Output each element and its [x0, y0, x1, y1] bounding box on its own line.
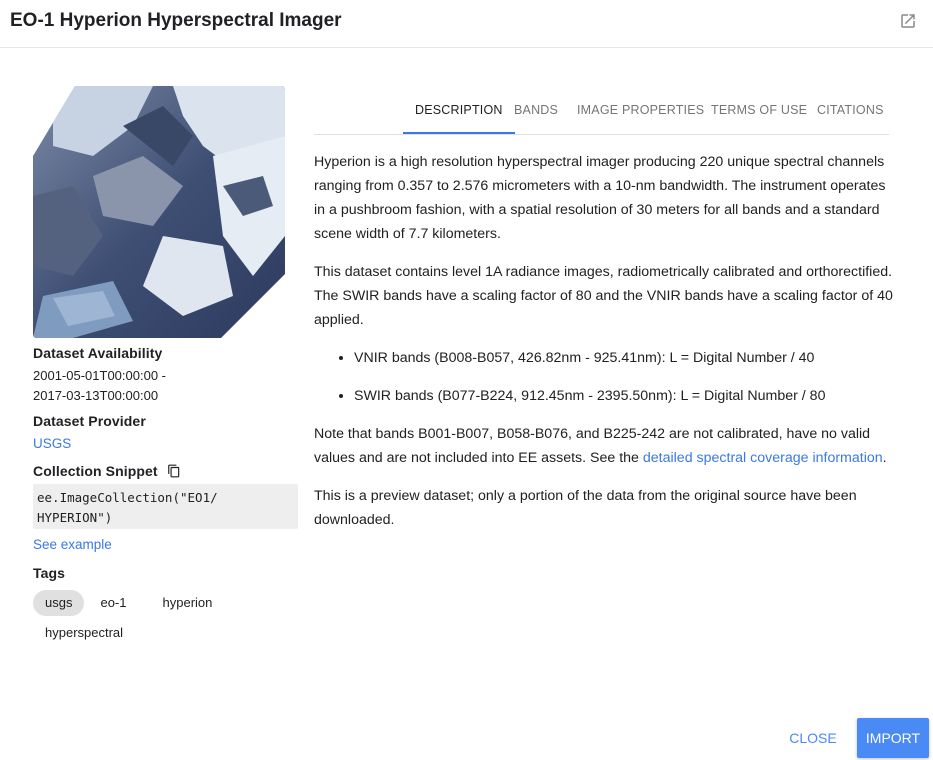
- availability-section: Dataset Availability 2001-05-01T00:00:00…: [33, 345, 299, 406]
- tab-bands[interactable]: BANDS: [502, 88, 570, 134]
- list-item-vnir: VNIR bands (B008-B057, 426.82nm - 925.41…: [354, 346, 894, 370]
- code-snippet[interactable]: ee.ImageCollection("EO1/ HYPERION"): [33, 484, 298, 529]
- tags-label-wrap: Tags: [33, 565, 299, 581]
- dialog-title: EO-1 Hyperion Hyperspectral Imager: [10, 10, 342, 31]
- list-item-swir: SWIR bands (B077-B224, 912.45nm - 2395.5…: [354, 384, 894, 408]
- snippet-label: Collection Snippet: [33, 463, 299, 479]
- snippet-section: Collection Snippet ee.ImageCollection("E…: [33, 463, 299, 554]
- tag-hyperion[interactable]: hyperion: [151, 590, 225, 616]
- dialog-header: EO-1 Hyperion Hyperspectral Imager: [0, 0, 933, 48]
- dataset-thumbnail: [33, 86, 285, 338]
- provider-label: Dataset Provider: [33, 413, 146, 429]
- description-paragraph-3: Note that bands B001-B007, B058-B076, an…: [314, 422, 894, 470]
- tags-list: usgs eo-1 hyperion hyperspectral: [33, 590, 299, 650]
- tab-bar: DESCRIPTION BANDS IMAGE PROPERTIES TERMS…: [314, 88, 889, 135]
- availability-label: Dataset Availability: [33, 345, 163, 361]
- description-panel: Hyperion is a high resolution hyperspect…: [314, 150, 894, 546]
- tag-eo-1[interactable]: eo-1: [88, 590, 138, 616]
- description-paragraph-2: This dataset contains level 1A radiance …: [314, 264, 893, 328]
- snippet-line-2: HYPERION"): [37, 510, 113, 525]
- see-example-link[interactable]: See example: [33, 537, 112, 552]
- description-paragraph-4: This is a preview dataset; only a portio…: [314, 488, 857, 528]
- snippet-line-1: ee.ImageCollection("EO1/: [37, 490, 218, 505]
- import-button[interactable]: IMPORT: [857, 718, 929, 758]
- description-paragraph-1: Hyperion is a high resolution hyperspect…: [314, 154, 886, 242]
- tag-hyperspectral[interactable]: hyperspectral: [33, 620, 135, 646]
- tag-usgs[interactable]: usgs: [33, 590, 85, 616]
- provider-link[interactable]: USGS: [33, 436, 71, 451]
- open-in-new-icon[interactable]: [899, 12, 917, 30]
- availability-start: 2001-05-01T00:00:00 -: [33, 368, 166, 383]
- paragraph-3-end: .: [882, 450, 887, 466]
- copy-icon[interactable]: [167, 464, 181, 478]
- snippet-label-text: Collection Snippet: [33, 463, 158, 479]
- availability-end: 2017-03-13T00:00:00: [33, 388, 159, 403]
- close-button[interactable]: CLOSE: [782, 718, 844, 758]
- tab-citations[interactable]: CITATIONS: [805, 88, 896, 134]
- spectral-coverage-link[interactable]: detailed spectral coverage information: [643, 450, 883, 466]
- tab-image-properties[interactable]: IMAGE PROPERTIES: [565, 88, 716, 134]
- band-scaling-list: VNIR bands (B008-B057, 426.82nm - 925.41…: [314, 346, 894, 408]
- tags-label: Tags: [33, 565, 66, 581]
- tab-description[interactable]: DESCRIPTION: [403, 88, 515, 134]
- tab-terms-of-use[interactable]: TERMS OF USE: [699, 88, 819, 134]
- provider-section: Dataset Provider USGS: [33, 413, 299, 453]
